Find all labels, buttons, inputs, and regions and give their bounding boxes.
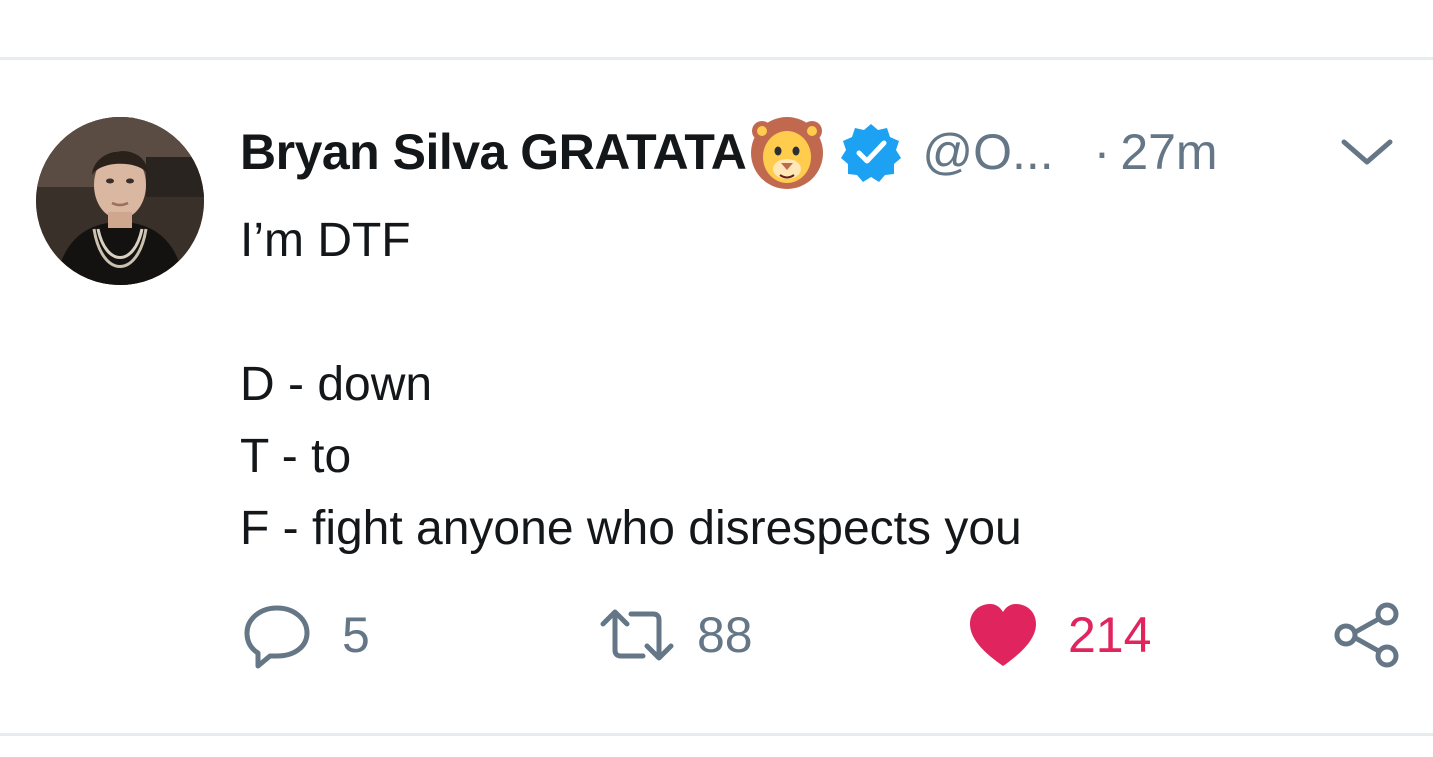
tweet-timestamp[interactable]: 27m [1120,123,1217,181]
share-button[interactable] [1330,598,1404,672]
reply-button[interactable]: 5 [240,598,370,672]
tweet-text-line: F - fight anyone who disrespects you [240,502,1022,555]
tweet-text-line [240,277,1022,349]
timestamp-separator: · [1093,124,1111,180]
tweet-text-line: D - down [240,358,433,411]
like-count: 214 [1068,607,1152,663]
chevron-down-icon[interactable] [1338,132,1396,172]
like-button[interactable]: 214 [966,598,1151,672]
retweet-count: 88 [697,607,753,663]
verified-badge-icon [840,121,902,183]
top-divider [0,57,1433,60]
retweet-button[interactable]: 88 [595,598,753,672]
reply-count: 5 [342,607,370,663]
author-display-name[interactable]: Bryan Silva GRATATA [240,123,747,181]
retweet-arrows-icon [595,598,674,672]
author-handle[interactable]: @O... [922,123,1053,181]
tweet-text-line: I’m DTF [240,214,411,267]
user-avatar[interactable] [36,117,204,285]
tweet-text: I’m DTF D - down T - to F - fight anyone… [240,205,1022,565]
tweet-header: Bryan Silva GRATATA @O... · 27m [240,117,1218,189]
speech-bubble-icon [240,598,314,672]
lion-face-emoji [748,113,826,191]
share-nodes-icon [1330,598,1404,672]
tweet-text-line: T - to [240,430,352,483]
avatar-photo [36,117,204,285]
heart-icon [966,598,1040,672]
bottom-divider [0,733,1433,736]
